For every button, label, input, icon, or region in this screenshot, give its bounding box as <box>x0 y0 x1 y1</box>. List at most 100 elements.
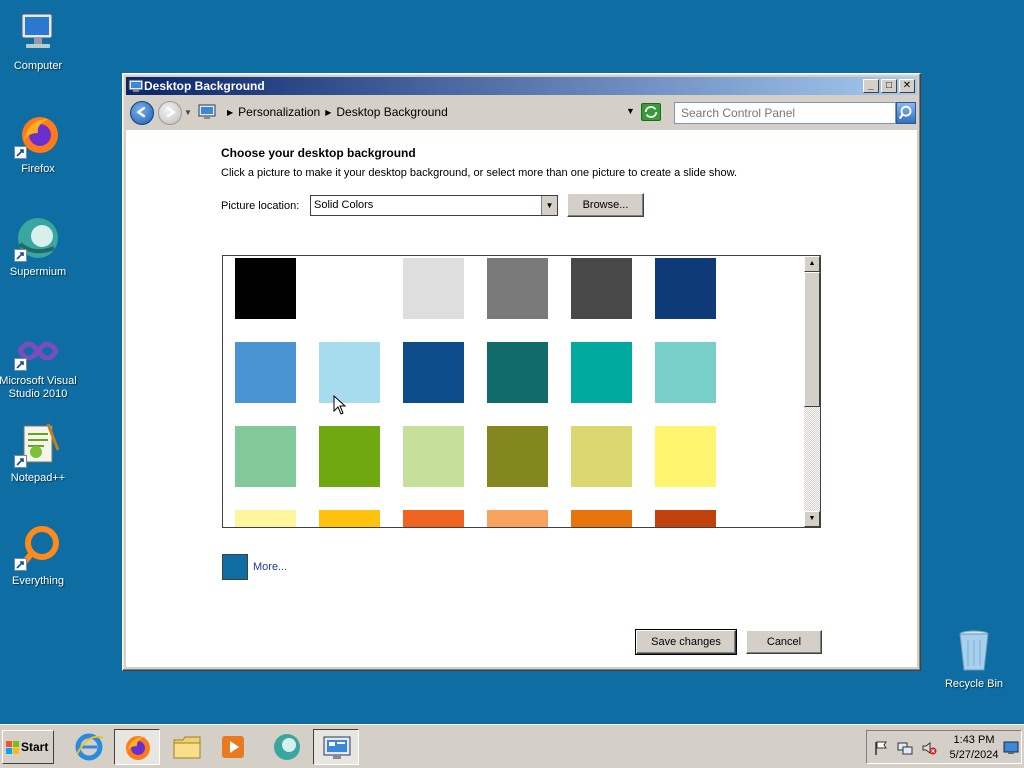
taskbar-app-file-explorer[interactable] <box>164 729 210 765</box>
supermium-icon <box>14 214 62 262</box>
taskbar-app-supermium[interactable] <box>264 729 310 765</box>
picture-location-select[interactable]: Solid Colors ▼ <box>310 195 558 216</box>
color-swatch[interactable] <box>571 510 632 527</box>
scroll-up-button[interactable]: ▲ <box>804 256 820 272</box>
file-explorer-icon <box>173 736 201 759</box>
browse-button[interactable]: Browse... <box>567 193 644 217</box>
taskbar-app-control-panel[interactable] <box>313 729 359 765</box>
forward-arrow-icon <box>166 106 176 118</box>
color-swatch[interactable] <box>235 510 296 527</box>
swatch-grid <box>223 256 803 527</box>
color-swatch[interactable] <box>655 258 716 319</box>
page-description: Click a picture to make it your desktop … <box>221 167 738 179</box>
maximize-button[interactable]: □ <box>881 79 897 93</box>
internet-explorer-icon <box>75 733 104 761</box>
breadcrumb-desktop-background[interactable]: Desktop Background <box>336 105 447 119</box>
color-swatch[interactable] <box>403 258 464 319</box>
desktop-icon-label: Microsoft Visual Studio 2010 <box>0 375 77 400</box>
desktop-icon-supermium[interactable]: Supermium <box>0 214 78 279</box>
minimize-button[interactable]: _ <box>863 79 879 93</box>
desktop-icon-label: Notepad++ <box>10 472 66 484</box>
color-swatch[interactable] <box>319 342 380 403</box>
desktop-icon-computer[interactable]: Computer <box>0 8 78 73</box>
search-input[interactable] <box>674 102 896 124</box>
desktop-icon-everything[interactable]: Everything <box>0 523 78 588</box>
close-button[interactable]: ✕ <box>899 79 915 93</box>
breadcrumb-separator-icon: ▶ <box>325 107 332 117</box>
desktop-icon-label: Everything <box>12 575 64 587</box>
color-swatch[interactable] <box>571 258 632 319</box>
color-swatch[interactable] <box>655 342 716 403</box>
color-swatch[interactable] <box>487 258 548 319</box>
color-swatch[interactable] <box>319 426 380 487</box>
control-panel-icon <box>198 104 216 119</box>
back-button[interactable] <box>130 101 154 125</box>
media-player-icon <box>222 736 244 758</box>
picture-location-value: Solid Colors <box>314 199 374 211</box>
start-button[interactable]: Start <box>2 730 54 764</box>
firefox-icon <box>126 736 150 760</box>
color-swatch[interactable] <box>655 426 716 487</box>
breadcrumb-personalization[interactable]: Personalization <box>238 105 320 119</box>
address-bar[interactable]: ▶ Personalization ▶ Desktop Background <box>198 101 673 123</box>
color-swatch[interactable] <box>319 258 380 319</box>
mouse-cursor-icon <box>333 395 347 415</box>
gallery-scrollbar[interactable]: ▲ ▼ <box>804 256 820 527</box>
window-titlebar[interactable]: Desktop Background _ □ ✕ <box>126 77 917 95</box>
recent-pages-dropdown-icon[interactable]: ▼ <box>184 108 192 117</box>
desktop-icon-notepadpp[interactable]: Notepad++ <box>0 420 78 485</box>
color-swatch[interactable] <box>235 426 296 487</box>
desktop-icon-visual-studio[interactable]: Microsoft Visual Studio 2010 <box>0 327 78 401</box>
navigation-bar: ▼ ▶ Personalization ▶ Desktop Background… <box>126 98 917 128</box>
desktop-icon-recycle-bin[interactable]: Recycle Bin <box>934 626 1014 691</box>
desktop-icon-firefox[interactable]: Firefox <box>0 111 78 176</box>
taskbar-app-media-player[interactable] <box>211 729 257 765</box>
color-gallery: ▲ ▼ <box>222 255 821 528</box>
address-dropdown-icon[interactable]: ▼ <box>626 106 635 116</box>
color-swatch[interactable] <box>487 426 548 487</box>
color-swatch[interactable] <box>571 426 632 487</box>
network-icon[interactable] <box>897 740 913 756</box>
color-swatch[interactable] <box>487 510 548 527</box>
taskbar-app-internet-explorer[interactable] <box>66 729 112 765</box>
breadcrumb-separator-icon: ▶ <box>227 107 234 117</box>
shortcut-arrow-icon <box>14 455 27 468</box>
more-color-swatch[interactable] <box>222 554 248 580</box>
desktop-background-window: Desktop Background _ □ ✕ ▼ ▶ Personaliza… <box>122 73 921 671</box>
search-icon <box>898 105 912 120</box>
desktop-icon-label: Firefox <box>21 163 55 175</box>
color-swatch[interactable] <box>235 258 296 319</box>
chevron-down-icon[interactable]: ▼ <box>541 196 557 215</box>
color-swatch[interactable] <box>571 342 632 403</box>
clock-date[interactable]: 5/27/2024 <box>945 749 1003 761</box>
forward-button[interactable] <box>158 101 182 125</box>
color-swatch[interactable] <box>487 342 548 403</box>
color-swatch[interactable] <box>403 342 464 403</box>
scroll-down-button[interactable]: ▼ <box>804 511 820 527</box>
color-swatch[interactable] <box>235 342 296 403</box>
content-area: Choose your desktop background Click a p… <box>126 130 917 667</box>
taskbar-app-firefox[interactable] <box>114 729 160 765</box>
color-swatch[interactable] <box>319 510 380 527</box>
cancel-button[interactable]: Cancel <box>746 630 822 654</box>
color-swatch[interactable] <box>403 426 464 487</box>
refresh-button[interactable] <box>641 103 661 121</box>
recycle-bin-icon <box>950 626 998 674</box>
system-tray: 1:43 PM 5/27/2024 <box>866 730 1022 764</box>
start-label: Start <box>21 740 49 754</box>
more-colors-link[interactable]: More... <box>253 561 287 573</box>
color-swatch[interactable] <box>655 510 716 527</box>
volume-muted-icon[interactable] <box>921 740 937 756</box>
flag-icon[interactable] <box>873 740 889 756</box>
desktop-icon-label: Recycle Bin <box>944 678 1004 690</box>
clock-time[interactable]: 1:43 PM <box>949 734 999 746</box>
color-swatch[interactable] <box>403 510 464 527</box>
search-button[interactable] <box>896 102 916 124</box>
window-title: Desktop Background <box>144 79 265 93</box>
supermium-icon <box>274 734 300 760</box>
show-desktop-icon[interactable] <box>1003 741 1019 755</box>
firefox-icon <box>14 111 62 159</box>
visual-studio-icon <box>14 327 62 371</box>
save-changes-button[interactable]: Save changes <box>635 629 737 655</box>
scroll-thumb[interactable] <box>804 272 820 407</box>
